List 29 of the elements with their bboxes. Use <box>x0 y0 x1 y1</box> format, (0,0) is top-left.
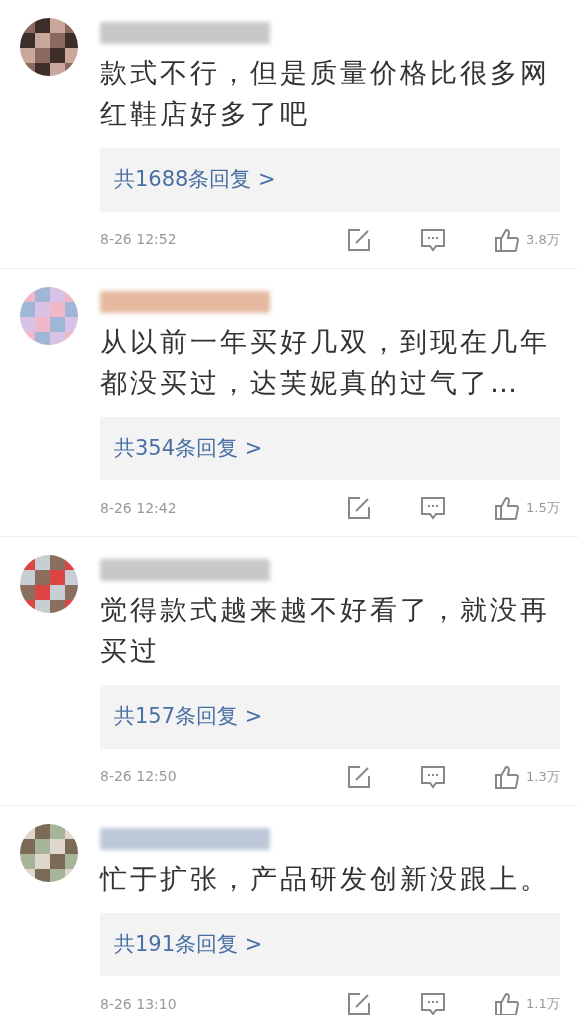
timestamp: 8-26 12:42 <box>100 498 178 518</box>
comment-text: 觉得款式越来越不好看了，就没再买过 <box>100 593 551 668</box>
comment-icon[interactable] <box>420 226 446 253</box>
share-icon[interactable] <box>346 763 372 790</box>
like-count: 1.5万 <box>526 499 560 518</box>
timestamp: 8-26 12:50 <box>100 767 178 786</box>
share-icon[interactable] <box>346 226 372 253</box>
like-icon[interactable] <box>494 226 520 253</box>
comment-text: 忙于扩张，产品研发创新没跟上。 <box>100 861 551 896</box>
like-count: 1.1万 <box>526 995 560 1014</box>
replies-link[interactable]: 共1688条回复 > <box>100 148 560 212</box>
comment-icon[interactable] <box>420 991 446 1015</box>
comment-text: 从以前一年买好几双，到现在几年都没买过，达芙妮真的过气了… <box>100 324 551 400</box>
timestamp: 8-26 12:52 <box>100 230 178 249</box>
share-icon[interactable] <box>346 495 372 521</box>
like-count: 3.8万 <box>526 230 560 249</box>
like-icon[interactable] <box>494 763 520 790</box>
timestamp: 8-26 13:10 <box>100 994 178 1014</box>
share-icon[interactable] <box>346 991 372 1015</box>
like-icon[interactable] <box>494 495 520 521</box>
replies-link[interactable]: 共157条回复 > <box>100 685 560 749</box>
replies-link[interactable]: 共354条回复 > <box>100 416 560 480</box>
comment-text: 款式不行，但是质量价格比很多网红鞋店好多了吧 <box>100 56 551 131</box>
comment-icon[interactable] <box>420 763 446 790</box>
replies-link[interactable]: 共191条回复 > <box>100 912 560 976</box>
like-count: 1.3万 <box>526 767 560 786</box>
avatar[interactable] <box>20 18 78 76</box>
like-icon[interactable] <box>494 991 520 1015</box>
comment-icon[interactable] <box>420 495 446 521</box>
